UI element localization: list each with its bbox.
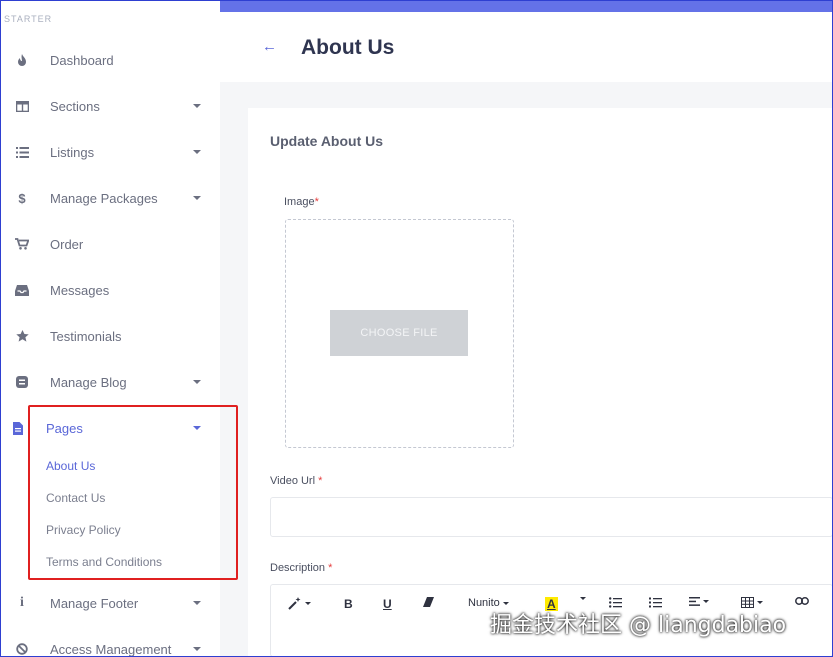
sidebar-item-label: Manage Blog bbox=[50, 374, 127, 390]
inbox-icon bbox=[14, 282, 30, 298]
image-label: Image* bbox=[284, 196, 319, 208]
sidebar-item-access-management[interactable]: Access Management bbox=[1, 637, 220, 657]
sidebar-item-manage-packages[interactable]: $ Manage Packages bbox=[1, 186, 220, 210]
choose-file-button[interactable]: CHOOSE FILE bbox=[330, 310, 468, 356]
sidebar-item-label: Messages bbox=[50, 282, 110, 298]
bold-icon[interactable]: B bbox=[344, 597, 353, 611]
fire-icon bbox=[14, 52, 30, 68]
watermark-text: 掘金技术社区 @ liangdabiao bbox=[490, 613, 787, 638]
sidebar-item-label: Testimonials bbox=[50, 328, 122, 344]
chevron-down-icon bbox=[193, 647, 201, 651]
chevron-down-icon bbox=[193, 150, 201, 154]
color-dropdown-icon[interactable] bbox=[577, 597, 586, 600]
sidebar-item-listings[interactable]: Listings bbox=[1, 140, 220, 164]
sidebar-item-label: Listings bbox=[50, 144, 95, 160]
sidebar-item-manage-blog[interactable]: Manage Blog bbox=[1, 370, 220, 394]
page-title: About Us bbox=[301, 36, 395, 59]
sidebar-item-label: Sections bbox=[50, 98, 100, 114]
magic-wand-icon[interactable] bbox=[288, 597, 311, 610]
underline-icon[interactable]: U bbox=[383, 597, 392, 611]
dollar-icon: $ bbox=[18, 190, 26, 206]
sidebar-item-label: Access Management bbox=[50, 641, 172, 657]
link-icon[interactable] bbox=[795, 597, 809, 605]
highlight-box bbox=[28, 405, 238, 580]
card-title: Update About Us bbox=[270, 133, 384, 149]
chevron-down-icon bbox=[193, 104, 201, 108]
sidebar-item-label: Order bbox=[50, 236, 84, 252]
ban-icon bbox=[14, 641, 30, 657]
sidebar-item-manage-footer[interactable]: i Manage Footer bbox=[1, 591, 220, 615]
chevron-down-icon bbox=[193, 601, 201, 605]
chevron-down-icon bbox=[193, 380, 201, 384]
description-label: Description * bbox=[270, 562, 333, 574]
list-icon bbox=[14, 144, 30, 160]
cart-icon bbox=[14, 236, 30, 252]
sidebar-item-dashboard[interactable]: Dashboard bbox=[1, 48, 220, 72]
sidebar-item-label: Manage Footer bbox=[50, 595, 139, 611]
blog-icon bbox=[14, 374, 30, 390]
columns-icon bbox=[14, 98, 30, 114]
sidebar-item-label: Manage Packages bbox=[50, 190, 158, 206]
video-url-label: Video Url * bbox=[270, 475, 323, 487]
sidebar-item-sections[interactable]: Sections bbox=[1, 94, 220, 118]
star-icon bbox=[14, 328, 30, 344]
chevron-down-icon bbox=[193, 196, 201, 200]
video-url-input[interactable] bbox=[270, 497, 833, 537]
align-icon[interactable] bbox=[689, 597, 709, 606]
arrow-left-icon[interactable]: ← bbox=[262, 38, 277, 55]
sidebar-brand: STARTER bbox=[4, 14, 53, 24]
eraser-icon[interactable] bbox=[423, 597, 434, 607]
file-icon bbox=[10, 420, 26, 436]
sidebar-item-label: Dashboard bbox=[50, 52, 114, 68]
info-icon: i bbox=[20, 595, 24, 610]
sidebar-item-testimonials[interactable]: Testimonials bbox=[1, 324, 220, 348]
sidebar-item-order[interactable]: Order bbox=[1, 232, 220, 256]
sidebar-item-messages[interactable]: Messages bbox=[1, 278, 220, 302]
top-accent-bar bbox=[220, 1, 832, 12]
